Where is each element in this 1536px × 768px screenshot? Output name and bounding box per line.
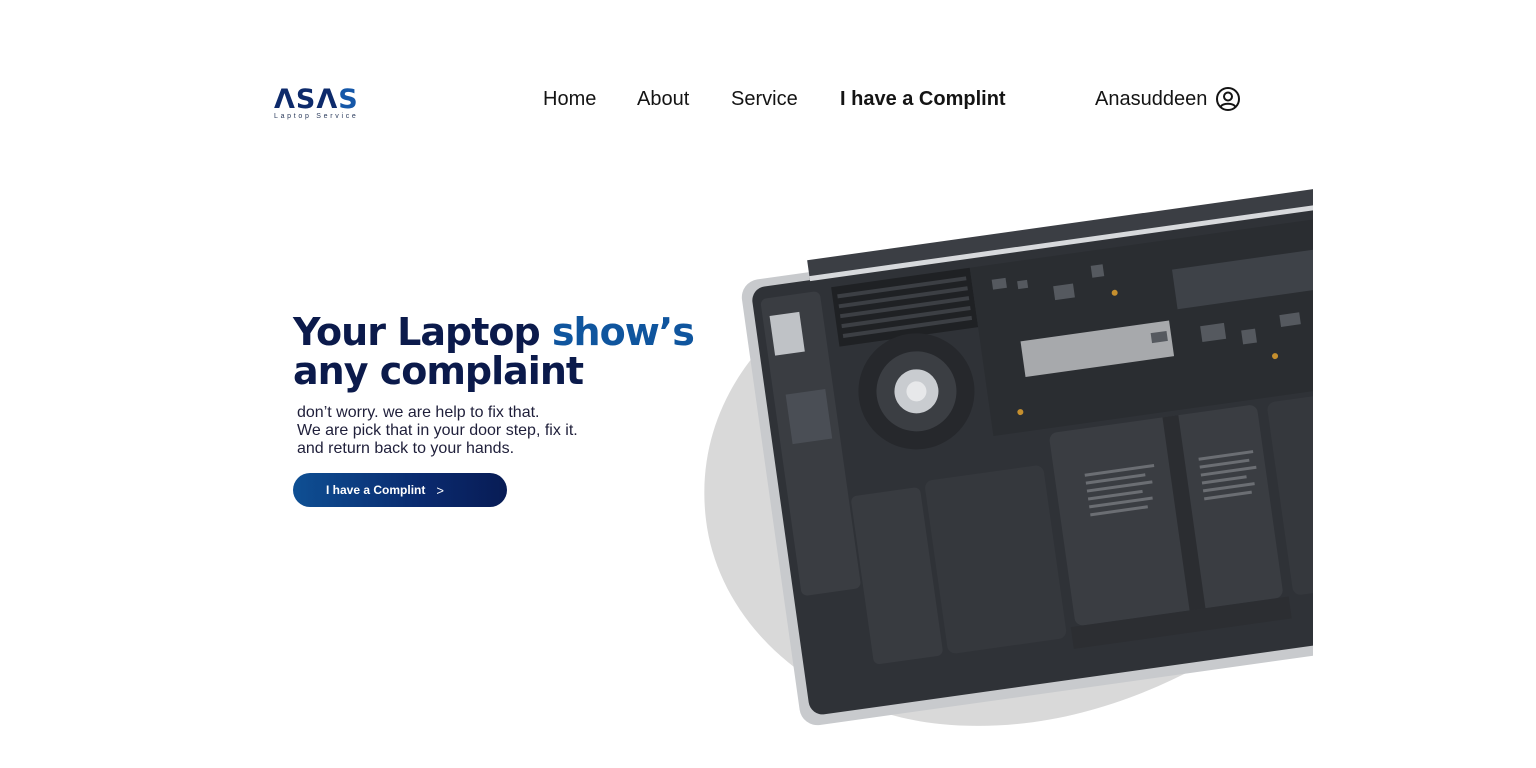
nav-service[interactable]: Service [731,86,798,112]
user-circle-icon [1216,87,1241,111]
logo-tagline: Laptop Service [274,113,359,120]
complaint-cta-button[interactable]: I have a Complint > [293,473,507,507]
hero-visual [700,150,1313,740]
laptop-internals-image [741,179,1313,726]
logo-mark: ΛSΛS [274,84,359,115]
logo[interactable]: ΛSΛS Laptop Service [274,86,366,122]
nav-home[interactable]: Home [543,86,596,112]
chevron-right-icon: > [436,482,444,498]
user-menu[interactable]: Anasuddeen [1095,84,1241,114]
nav-about[interactable]: About [637,86,689,112]
user-name: Anasuddeen [1095,88,1208,110]
hero-title: Your Laptop show’s any complaint [293,310,695,393]
hero-description: don’t worry. we are help to fix that. We… [297,404,578,457]
nav-complaint[interactable]: I have a Complint [840,86,1006,112]
